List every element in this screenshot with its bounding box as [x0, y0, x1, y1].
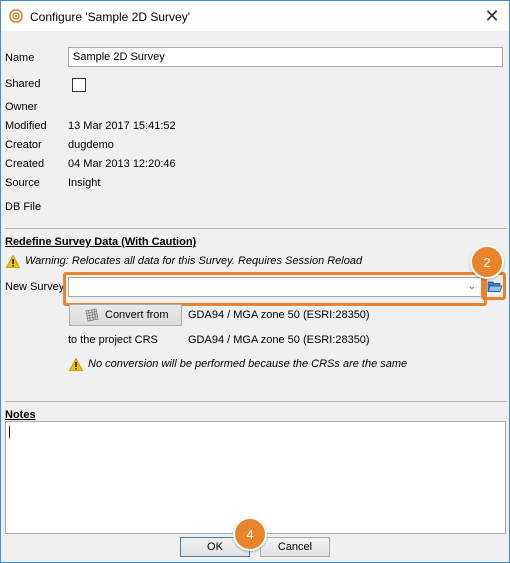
source-label: Source [5, 177, 40, 189]
step-badge-4: 4 [233, 517, 267, 551]
title-bar: Configure 'Sample 2D Survey' ✕ [1, 1, 509, 31]
highlight-new-survey [63, 272, 487, 306]
created-value: 04 Mar 2013 12:20:46 [68, 158, 176, 170]
folder-open-icon[interactable] [487, 279, 503, 293]
modified-label: Modified [5, 120, 47, 132]
configure-survey-dialog: Configure 'Sample 2D Survey' ✕ Name Shar… [0, 0, 510, 563]
convert-from-label: Convert from [105, 309, 169, 321]
separator [5, 401, 507, 402]
new-survey-label: New Survey [5, 281, 65, 293]
shared-checkbox[interactable] [72, 78, 86, 92]
to-project-crs-label: to the project CRS [68, 334, 158, 346]
warning-icon [6, 255, 20, 268]
owner-label: Owner [5, 101, 38, 113]
cancel-button[interactable]: Cancel [260, 537, 330, 557]
no-conversion-note: No conversion will be performed because … [88, 358, 408, 370]
window-title: Configure 'Sample 2D Survey' [30, 10, 190, 24]
creator-label: Creator [5, 139, 42, 151]
convert-from-crs: GDA94 / MGA zone 50 (ESRI:28350) [188, 309, 370, 321]
redefine-section-title: Redefine Survey Data (With Caution) [5, 236, 197, 248]
dbfile-label: DB File [5, 201, 42, 213]
grid-icon [85, 308, 99, 322]
notes-title: Notes [5, 409, 36, 421]
shared-label: Shared [5, 78, 41, 90]
modified-value: 13 Mar 2017 15:41:52 [68, 120, 176, 132]
close-icon: ✕ [484, 5, 500, 26]
warning-icon [69, 358, 83, 371]
created-label: Created [5, 158, 45, 170]
separator [5, 228, 507, 229]
text-caret [9, 426, 10, 438]
creator-value: dugdemo [68, 139, 114, 151]
relocate-warning: Warning: Relocates all data for this Sur… [25, 255, 363, 267]
project-crs-value: GDA94 / MGA zone 50 (ESRI:28350) [188, 334, 370, 346]
target-icon [9, 9, 23, 23]
name-input[interactable] [68, 47, 503, 67]
close-button[interactable]: ✕ [475, 1, 509, 31]
source-value: Insight [68, 177, 101, 189]
convert-from-button[interactable]: Convert from [69, 304, 182, 326]
step-badge-2: 2 [470, 245, 504, 279]
name-label: Name [5, 52, 35, 64]
